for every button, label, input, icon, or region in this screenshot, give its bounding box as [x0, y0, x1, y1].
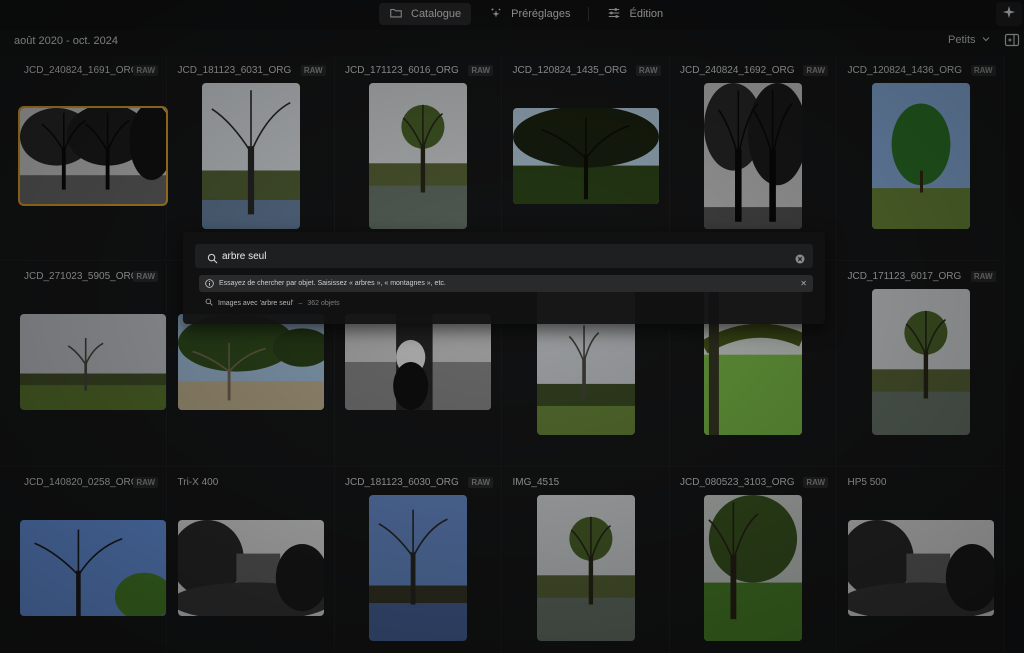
- photo-cell[interactable]: HP5 500: [837, 468, 1005, 653]
- photo-cell[interactable]: JCD_181123_6030_ORG RAW: [335, 468, 502, 653]
- photo-thumbnail[interactable]: [18, 106, 168, 206]
- photo-filename: JCD_171123_6016_ORG: [345, 65, 459, 76]
- raw-badge: RAW: [133, 477, 158, 488]
- tab-label: Édition: [629, 8, 664, 20]
- raw-badge: RAW: [635, 65, 661, 76]
- top-toolbar: Catalogue Préréglages Édition: [0, 0, 1024, 30]
- photo-filename: HP5 500: [847, 477, 887, 488]
- chevron-down-icon: [982, 34, 990, 46]
- photo-thumbnail[interactable]: [704, 495, 802, 641]
- sparkles-icon: [489, 6, 503, 23]
- photo-cell[interactable]: JCD_240824_1692_ORG RAW: [670, 56, 837, 261]
- sparkle-icon: [1002, 5, 1016, 24]
- catalog-header: août 2020 - oct. 2024 Petits: [0, 30, 1024, 54]
- photo-thumbnail[interactable]: [369, 495, 467, 641]
- photo-cell[interactable]: JCD_171123_6017_ORG RAW: [837, 262, 1005, 467]
- search-icon: [205, 298, 213, 308]
- photo-filename: Tri-X 400: [177, 477, 219, 488]
- thumb-size-value: Petits: [948, 34, 976, 46]
- photo-filename: JCD_120824_1436_ORG: [847, 65, 963, 76]
- clear-search-icon[interactable]: [795, 251, 805, 264]
- tab-edit[interactable]: Édition: [597, 3, 673, 25]
- photo-cell[interactable]: JCD_240824_1691_ORG RAW: [0, 56, 168, 261]
- date-range-label: août 2020 - oct. 2024: [14, 35, 118, 47]
- raw-badge: RAW: [468, 65, 493, 76]
- search-field[interactable]: [195, 244, 813, 268]
- photo-filename: JCD_140820_0258_ORG: [24, 477, 139, 488]
- photo-filename: IMG_4515: [512, 477, 560, 488]
- photo-thumbnail[interactable]: [177, 520, 324, 616]
- close-icon[interactable]: ✕: [800, 279, 807, 288]
- photo-filename: JCD_171123_6017_ORG: [847, 271, 962, 282]
- search-popover: Essayez de chercher par objet. Saisissez…: [183, 232, 825, 324]
- photo-cell[interactable]: JCD_181123_6031_ORG RAW: [167, 56, 335, 261]
- result-count-sep: –: [298, 299, 303, 307]
- result-label: Images avec 'arbre seul': [218, 299, 294, 307]
- photo-thumbnail[interactable]: [704, 83, 802, 229]
- tab-label: Catalogue: [411, 8, 462, 20]
- photo-thumbnail[interactable]: [847, 520, 994, 616]
- search-icon: [207, 251, 218, 263]
- photo-filename: JCD_181123_6030_ORG: [345, 477, 459, 488]
- photo-thumbnail[interactable]: [536, 495, 635, 641]
- search-result-item[interactable]: Images avec 'arbre seul' – 362 objets: [205, 298, 340, 308]
- result-count: 362 objets: [307, 299, 340, 307]
- photo-cell[interactable]: JCD_120824_1435_ORG RAW: [502, 56, 670, 261]
- raw-badge: RAW: [970, 65, 996, 76]
- photo-cell[interactable]: JCD_140820_0258_ORG RAW: [0, 468, 167, 653]
- raw-badge: RAW: [133, 65, 158, 76]
- photo-filename: JCD_271023_5905_ORG: [24, 271, 139, 282]
- photo-cell[interactable]: JCD_080523_3103_ORG RAW: [670, 468, 837, 653]
- raw-badge: RAW: [468, 477, 493, 488]
- mode-tabs: Catalogue Préréglages Édition: [379, 3, 673, 25]
- folder-icon: [389, 6, 403, 23]
- photo-cell[interactable]: JCD_120824_1436_ORG RAW: [837, 56, 1005, 261]
- photo-filename: JCD_240824_1692_ORG: [680, 65, 795, 76]
- ai-assistant-button[interactable]: [996, 2, 1022, 26]
- photo-thumbnail[interactable]: [369, 83, 467, 229]
- photo-filename: JCD_120824_1435_ORG: [512, 65, 628, 76]
- photo-cell[interactable]: Tri-X 400: [167, 468, 335, 653]
- photo-thumbnail[interactable]: [201, 83, 300, 229]
- photo-grid: JCD_240824_1691_ORG RAW JCD_181123_6031_OR…: [0, 56, 1024, 653]
- raw-badge: RAW: [970, 271, 996, 282]
- search-input[interactable]: [218, 250, 795, 262]
- photo-thumbnail[interactable]: [512, 108, 659, 204]
- tab-presets[interactable]: Préréglages: [479, 3, 580, 25]
- raw-badge: RAW: [803, 477, 828, 488]
- raw-badge: RAW: [133, 271, 158, 282]
- photo-cell[interactable]: JCD_171123_6016_ORG RAW: [335, 56, 502, 261]
- photo-thumbnail[interactable]: [871, 289, 970, 435]
- raw-badge: RAW: [803, 65, 828, 76]
- photo-thumbnail[interactable]: [177, 314, 324, 410]
- hint-text: Essayez de chercher par objet. Saisissez…: [219, 280, 446, 287]
- photo-filename: JCD_181123_6031_ORG: [177, 65, 292, 76]
- thumb-size-select[interactable]: Petits: [948, 34, 990, 46]
- photo-thumbnail[interactable]: [871, 83, 970, 229]
- photo-thumbnail[interactable]: [20, 520, 166, 616]
- raw-badge: RAW: [300, 65, 326, 76]
- info-icon: [205, 279, 214, 288]
- sliders-icon: [607, 6, 621, 23]
- photo-thumbnail[interactable]: [345, 314, 491, 410]
- panel-toggle-button[interactable]: [1004, 32, 1020, 48]
- photo-thumbnail[interactable]: [20, 314, 166, 410]
- photo-cell[interactable]: IMG_4515: [502, 468, 670, 653]
- tab-divider: [588, 7, 590, 21]
- photo-cell[interactable]: JCD_271023_5905_ORG RAW: [0, 262, 167, 467]
- tab-label: Préréglages: [511, 8, 571, 20]
- search-hint-banner: Essayez de chercher par objet. Saisissez…: [199, 275, 813, 292]
- tab-catalogue[interactable]: Catalogue: [379, 3, 472, 25]
- photo-filename: JCD_080523_3103_ORG: [680, 477, 795, 488]
- photo-filename: JCD_240824_1691_ORG: [24, 65, 139, 76]
- app-window: Catalogue Préréglages Édition août 2020 …: [0, 0, 1024, 653]
